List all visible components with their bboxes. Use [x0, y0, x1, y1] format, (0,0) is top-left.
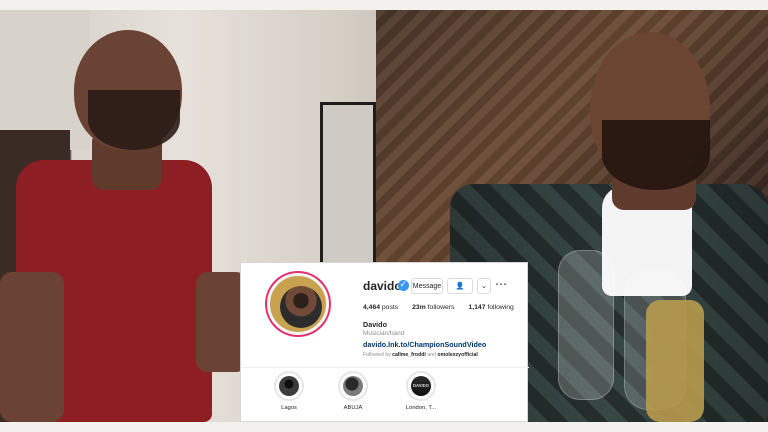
options-dropdown-button[interactable]: ⌄	[477, 278, 491, 294]
highlight-thumbnail	[338, 371, 368, 401]
chevron-down-icon: ⌄	[481, 283, 487, 290]
person-icon: 👤	[455, 283, 465, 290]
posts-stat: 4,464 posts	[363, 304, 398, 311]
highlight-label: London, T...	[405, 405, 437, 411]
verified-badge-icon	[398, 279, 409, 291]
highlight-image	[279, 376, 299, 396]
instagram-profile-card: davido Message 👤 ⌄ ⋯ 4,464 posts 23m fol…	[240, 262, 529, 422]
left-person-arm-left	[0, 272, 64, 422]
followers-stat[interactable]: 23m followers	[412, 304, 454, 311]
following-count: 1,147	[468, 304, 486, 311]
following-label: following	[487, 304, 514, 311]
profile-username: davido	[363, 279, 402, 293]
message-button[interactable]: Message	[411, 278, 443, 294]
followed-by-prefix: Followed by	[363, 352, 393, 358]
posts-label: posts	[381, 304, 399, 311]
message-button-label: Message	[412, 282, 442, 290]
followers-label: followers	[427, 304, 455, 311]
following-stat[interactable]: 1,147 following	[468, 304, 513, 311]
highlight-london[interactable]: London, T...	[381, 371, 461, 411]
highlight-thumbnail	[274, 371, 304, 401]
left-person-beard	[88, 90, 180, 150]
bottle	[646, 300, 704, 422]
profile-stats: 4,464 posts 23m followers 1,147 followin…	[363, 304, 514, 311]
left-photo-mirror	[320, 102, 376, 272]
collage: davido Message 👤 ⌄ ⋯ 4,464 posts 23m fol…	[0, 0, 768, 432]
followers-count: 23m	[412, 304, 426, 311]
posts-count: 4,464	[363, 304, 381, 311]
profile-full-name: Davido	[363, 320, 387, 329]
profile-bio: Musician/band	[363, 330, 405, 337]
profile-divider	[241, 367, 529, 368]
followed-by-user-1[interactable]: callme_froddi	[392, 352, 426, 358]
more-horizontal-icon[interactable]: ⋯	[495, 277, 508, 291]
story-highlights: Lagos ABUJA London, T...	[249, 371, 521, 419]
followed-by-user-2[interactable]: omolexzyofficial	[437, 352, 477, 358]
followed-by-text: Followed by callme_froddi and omolexzyof…	[363, 352, 478, 358]
followed-by-middle: and	[427, 352, 438, 358]
highlight-image	[343, 376, 363, 396]
profile-link[interactable]: davido.lnk.to/ChampionSoundVideo	[363, 340, 486, 349]
wine-glass-1	[558, 250, 614, 400]
follow-button[interactable]: 👤	[447, 278, 473, 294]
profile-avatar[interactable]	[267, 273, 329, 335]
highlight-thumbnail	[406, 371, 436, 401]
highlight-image	[409, 376, 433, 396]
right-person-beard	[602, 120, 710, 190]
